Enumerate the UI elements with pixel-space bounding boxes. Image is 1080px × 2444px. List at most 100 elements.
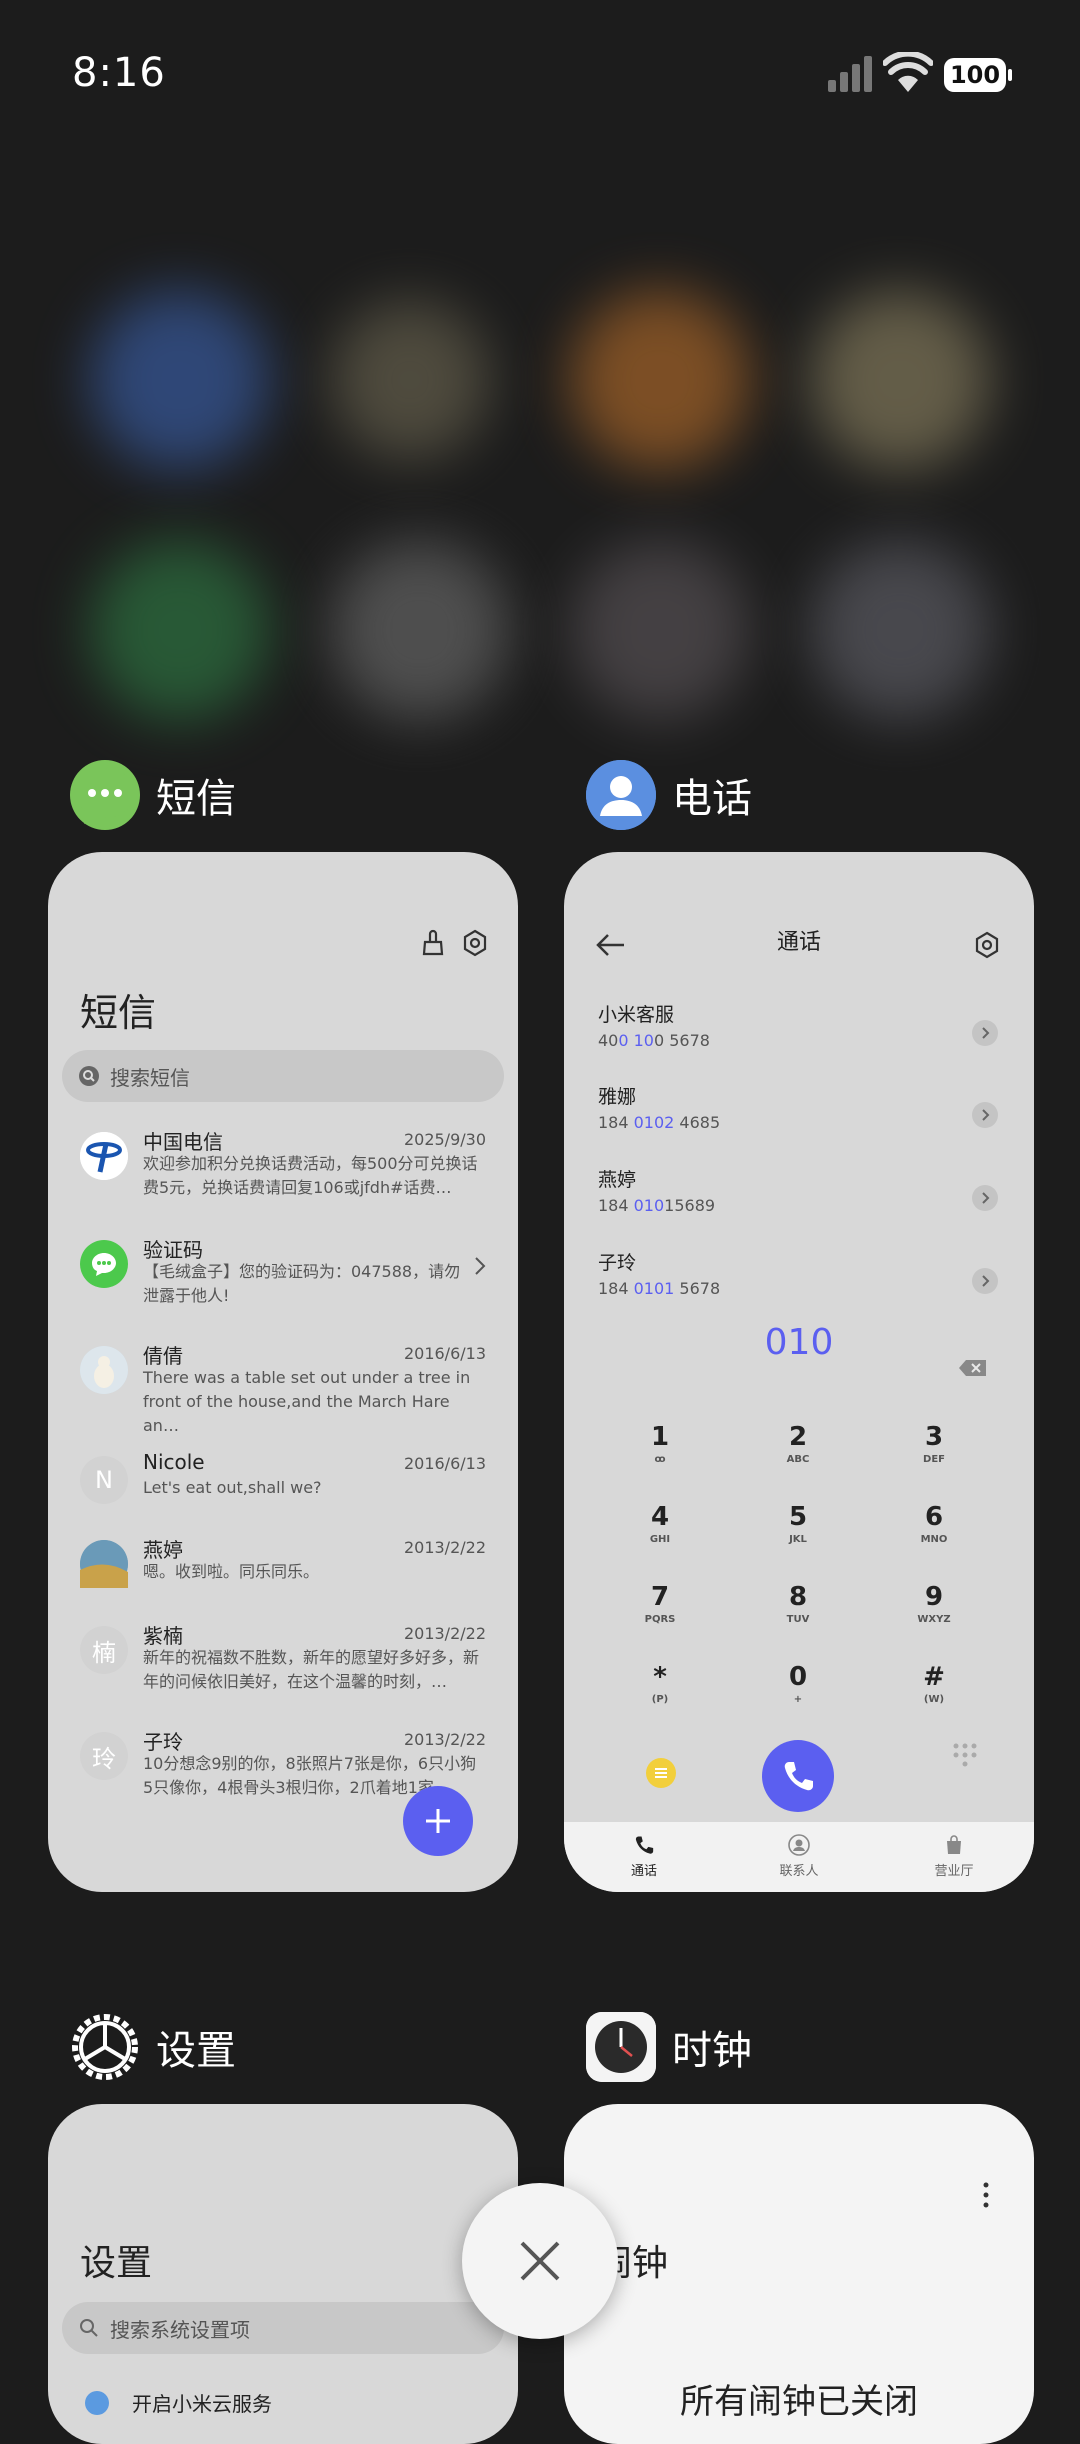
conversation-preview: 嗯。收到啦。同乐同乐。	[143, 1562, 320, 1581]
contact-detail-button[interactable]	[972, 1020, 998, 1046]
conversation-name: Nicole	[143, 1450, 205, 1474]
conversation-row[interactable]: N Nicole 2016/6/13 Let's eat out,shall w…	[48, 1450, 518, 1546]
messages-search-input[interactable]: 搜索短信	[62, 1050, 504, 1102]
dial-key[interactable]: 9 WXYZ	[884, 1582, 984, 1625]
messages-card[interactable]: 短信 搜索短信 中国电信 2025/9/30 欢迎参加积分兑换话费活动，每500…	[48, 852, 518, 1892]
conversation-row[interactable]: 燕婷 2013/2/22 嗯。收到啦。同乐同乐。	[48, 1538, 518, 1630]
chevron-right-icon	[982, 1275, 990, 1287]
phone-card[interactable]: 通话 小米客服 400 100 5678 雅娜 184 0102 4685 燕婷…	[564, 852, 1034, 1892]
settings-item-cloud[interactable]: 开启小米云服务	[48, 2378, 518, 2438]
more-options-icon[interactable]	[980, 2180, 992, 2210]
contact-detail-button[interactable]	[972, 1268, 998, 1294]
contact-photo-avatar	[80, 1346, 128, 1394]
conversation-date: 2016/6/13	[403, 1344, 486, 1363]
initial-avatar: N	[80, 1456, 128, 1504]
initial-avatar: 楠	[80, 1626, 128, 1674]
plus-icon	[426, 1809, 450, 1833]
contact-name: 燕婷	[598, 1169, 637, 1191]
conversation-date: 2016/6/13	[403, 1454, 486, 1473]
menu-icon[interactable]	[646, 1758, 676, 1788]
contact-photo-avatar	[80, 1540, 128, 1588]
settings-page-title: 设置	[80, 2243, 153, 2284]
tab-calls[interactable]: 通话	[584, 1834, 704, 1879]
messages-app-icon	[70, 760, 140, 830]
conversation-preview: There was a table set out under a tree i…	[143, 1368, 471, 1435]
clean-icon[interactable]	[420, 928, 450, 958]
dial-key[interactable]: 0 +	[748, 1662, 848, 1705]
settings-item-label: 开启小米云服务	[132, 2392, 272, 2416]
call-button[interactable]	[762, 1740, 834, 1812]
dial-key[interactable]: 7 PQRS	[610, 1582, 710, 1625]
phone-icon	[784, 1762, 813, 1791]
conversation-row[interactable]: 中国电信 2025/9/30 欢迎参加积分兑换话费活动，每500分可兑换话费5元…	[48, 1130, 518, 1222]
blurred-app-icon	[330, 540, 510, 720]
close-icon	[520, 2241, 560, 2281]
settings-card[interactable]: 设置 搜索系统设置项 开启小米云服务	[48, 2104, 518, 2444]
chevron-right-icon	[475, 1257, 486, 1275]
dial-key[interactable]: 8 TUV	[748, 1582, 848, 1625]
wifi-icon	[883, 52, 933, 92]
dial-key[interactable]: # (W)	[884, 1662, 984, 1705]
dial-key[interactable]: 1ꝏ	[610, 1422, 710, 1465]
dial-key[interactable]: 5 JKL	[748, 1502, 848, 1545]
alarms-status: 所有闹钟已关闭	[680, 2382, 918, 2422]
contact-suggestion[interactable]: 小米客服 400 100 5678	[598, 1000, 998, 1050]
blurred-app-icon	[570, 540, 750, 720]
conversation-date: 2013/2/22	[403, 1624, 486, 1643]
contact-suggestion[interactable]: 雅娜 184 0102 4685	[598, 1082, 998, 1132]
dialpad-toggle-icon[interactable]	[950, 1740, 980, 1770]
conversation-name: 紫楠	[143, 1624, 183, 1648]
conversation-name: 中国电信	[143, 1130, 223, 1154]
messages-app-header[interactable]: 短信	[70, 760, 236, 830]
dial-key[interactable]: 2 ABC	[748, 1422, 848, 1465]
settings-app-header[interactable]: 设置	[70, 2012, 236, 2082]
china-telecom-avatar	[80, 1132, 128, 1180]
contact-detail-button[interactable]	[972, 1185, 998, 1211]
conversation-preview: Let's eat out,shall we?	[143, 1478, 322, 1497]
clock-card[interactable]: 闹钟 所有闹钟已关闭	[564, 2104, 1034, 2444]
conversation-date: 2013/2/22	[403, 1538, 486, 1557]
dial-key[interactable]: * (P)	[610, 1662, 710, 1705]
conversation-row[interactable]: 倩倩 2016/6/13 There was a table set out u…	[48, 1344, 518, 1436]
search-placeholder: 搜索系统设置项	[110, 2317, 250, 2342]
phone-icon	[635, 1836, 654, 1854]
tab-contacts[interactable]: 联系人	[739, 1834, 859, 1879]
blurred-app-icon	[570, 290, 750, 470]
conversation-name: 燕婷	[143, 1538, 183, 1562]
contact-detail-button[interactable]	[972, 1102, 998, 1128]
calls-page-title: 通话	[776, 930, 821, 955]
blurred-app-icon	[810, 540, 990, 720]
verification-code-avatar	[80, 1240, 128, 1288]
initial-avatar: 玲	[80, 1732, 128, 1780]
dialed-number: 010	[764, 1322, 834, 1363]
contact-number: 184 0102 4685	[598, 1113, 721, 1132]
conversation-name: 验证码	[143, 1238, 203, 1262]
store-icon	[947, 1835, 961, 1854]
dial-key[interactable]: 6 MNO	[884, 1502, 984, 1545]
chevron-right-icon	[982, 1027, 990, 1039]
dial-key[interactable]: 4 GHI	[610, 1502, 710, 1545]
new-message-button[interactable]	[403, 1786, 473, 1856]
contact-number: 400 100 5678	[598, 1031, 710, 1050]
cloud-icon	[85, 2391, 109, 2415]
phone-app-header[interactable]: 电话	[586, 760, 752, 830]
clear-all-button[interactable]	[462, 2183, 618, 2339]
conversation-row[interactable]: 楠 紫楠 2013/2/22 新年的祝福数不胜数，新年的愿望好多好多，新年的问候…	[48, 1624, 518, 1716]
chevron-right-icon	[982, 1109, 990, 1121]
settings-search-input[interactable]: 搜索系统设置项	[62, 2302, 504, 2354]
contact-suggestion[interactable]: 燕婷 184 01015689	[598, 1165, 998, 1215]
status-time: 8:16	[72, 50, 166, 96]
tab-contacts-label: 联系人	[779, 1864, 819, 1879]
settings-app-title: 设置	[156, 2028, 236, 2074]
conversation-date: 2013/2/22	[403, 1730, 486, 1749]
tab-store[interactable]: 营业厅	[894, 1834, 1014, 1879]
settings-gear-icon[interactable]	[460, 928, 490, 958]
dial-key[interactable]: 3 DEF	[884, 1422, 984, 1465]
contact-name: 小米客服	[598, 1004, 675, 1026]
search-icon	[79, 1066, 99, 1086]
contact-suggestion[interactable]: 子玲 184 0101 5678	[598, 1248, 998, 1298]
backspace-icon[interactable]	[958, 1358, 988, 1378]
clock-app-header[interactable]: 时钟	[586, 2012, 752, 2082]
settings-gear-icon[interactable]	[972, 930, 1002, 960]
conversation-row[interactable]: 验证码 【毛绒盒子】您的验证码为：047588，请勿泄露于他人!	[48, 1238, 518, 1330]
